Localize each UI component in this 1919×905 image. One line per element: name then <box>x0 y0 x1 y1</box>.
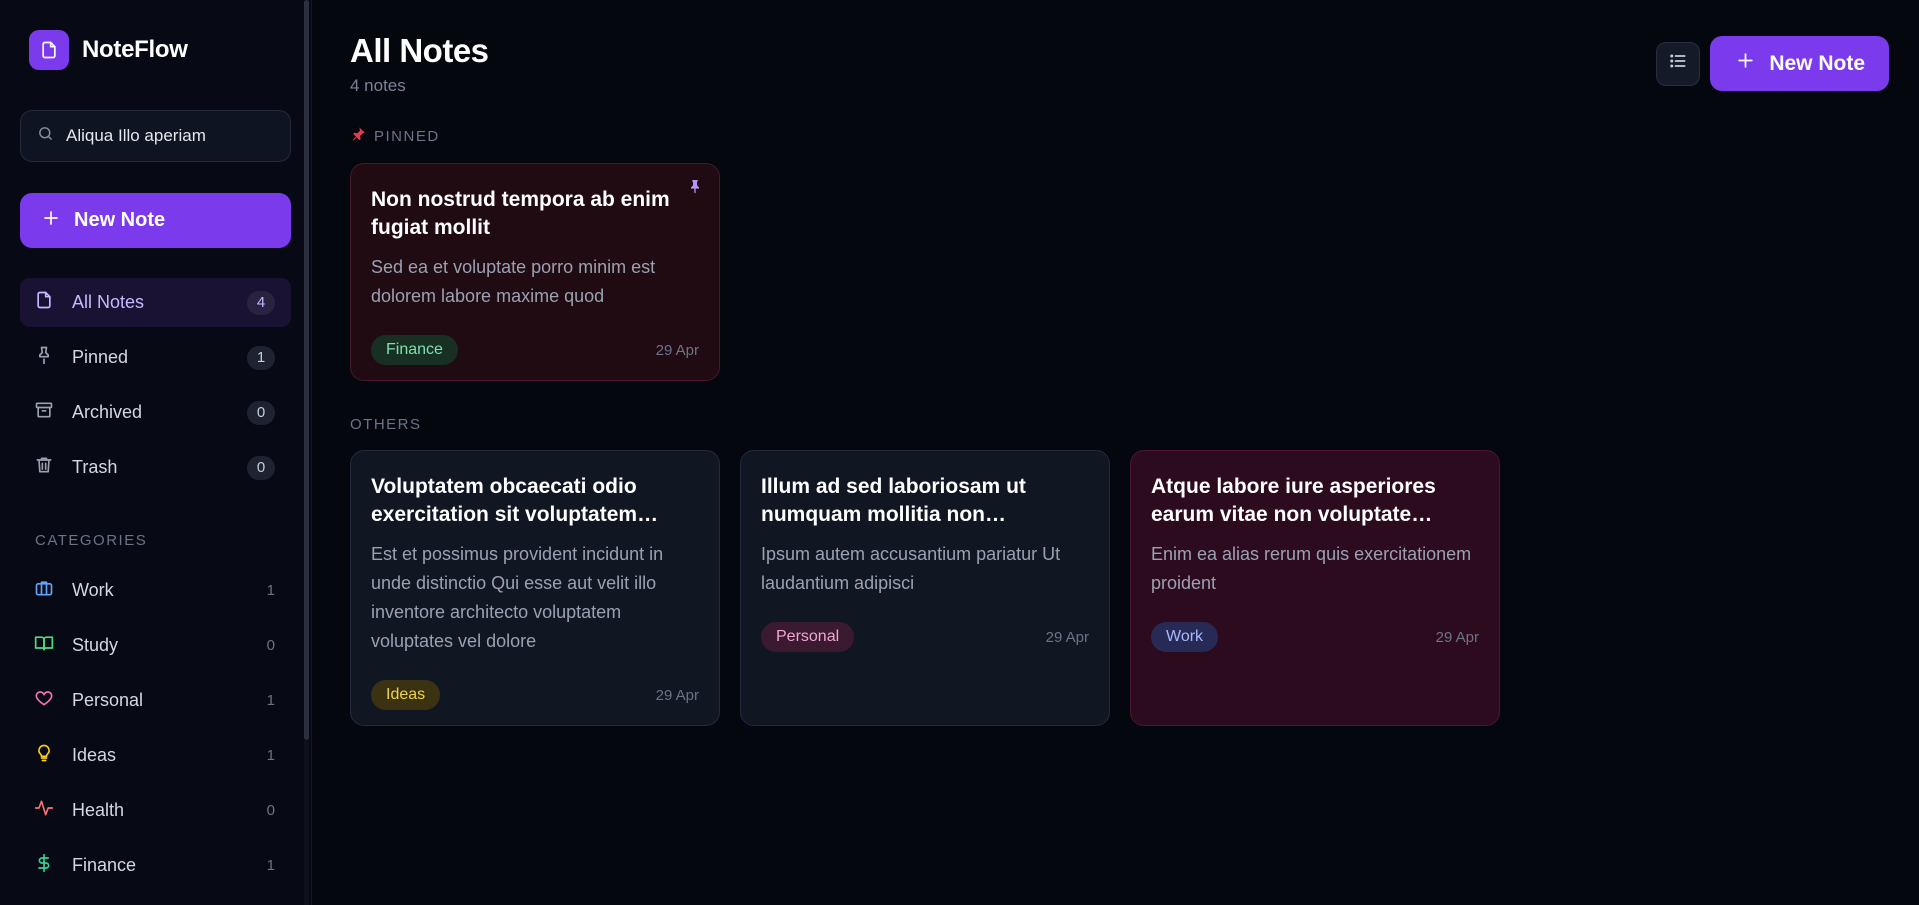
note-logo-icon <box>29 30 69 70</box>
category-label: Finance <box>72 855 137 875</box>
sidebar-item-pinned[interactable]: Pinned 1 <box>20 333 291 382</box>
sidebar-item-trash[interactable]: Trash 0 <box>20 443 291 492</box>
sidebar-scrollbar-thumb[interactable] <box>304 0 309 740</box>
categories-heading: CATEGORIES <box>35 532 148 549</box>
trash-icon <box>34 455 54 480</box>
sidebar-new-note-button[interactable]: New Note <box>20 193 291 248</box>
category-count: 0 <box>266 802 275 819</box>
dollar-icon <box>34 853 54 878</box>
category-study[interactable]: Study 0 <box>20 618 291 673</box>
category-health[interactable]: Health 0 <box>20 783 291 838</box>
note-card[interactable]: Illum ad sed laboriosam ut numquam molli… <box>740 450 1110 726</box>
category-label: Health <box>72 800 125 820</box>
list-view-toggle[interactable] <box>1656 41 1701 86</box>
app-name: NoteFlow <box>82 36 188 63</box>
search-input[interactable] <box>66 126 287 146</box>
category-label: Work <box>72 580 114 600</box>
category-ideas[interactable]: Ideas 1 <box>20 728 291 783</box>
pinned-section-label: PINNED <box>350 126 1889 146</box>
note-body: Enim ea alias rerum quis exercitationem … <box>1151 544 1472 593</box>
file-icon <box>34 290 54 315</box>
note-card[interactable]: Voluptatem obcaecati odio exercitation s… <box>350 450 720 726</box>
note-footer: Work 29 Apr <box>1151 622 1479 652</box>
list-icon <box>1668 51 1688 76</box>
header-new-note-label: New Note <box>1769 51 1865 75</box>
note-footer: Finance 29 Apr <box>371 335 699 365</box>
category-tag[interactable]: Work <box>1151 622 1219 652</box>
category-count: 1 <box>266 692 275 709</box>
category-count: 0 <box>266 637 275 654</box>
category-count: 1 <box>266 582 275 599</box>
pin-icon[interactable] <box>687 178 703 199</box>
sidebar-new-note-label: New Note <box>74 209 166 231</box>
sidebar: NoteFlow New Note All Notes 4 <box>0 0 312 905</box>
category-count: 1 <box>266 857 275 874</box>
note-footer: Ideas 29 Apr <box>371 680 699 710</box>
plus-icon <box>42 209 60 233</box>
note-title: Non nostrud tempora ab enim fugiat molli… <box>371 188 670 239</box>
heart-icon <box>34 688 54 713</box>
search-icon <box>37 125 54 147</box>
note-body: Est et possimus provident incidunt in un… <box>371 544 664 651</box>
activity-icon <box>34 798 54 823</box>
note-date: 29 Apr <box>655 686 699 704</box>
count-badge: 0 <box>247 455 275 480</box>
others-section-label: OTHERS <box>350 416 1889 433</box>
sidebar-scrollbar-track[interactable] <box>304 740 309 905</box>
count-badge: 4 <box>247 290 275 315</box>
category-tag[interactable]: Personal <box>761 622 855 652</box>
sidebar-nav: All Notes 4 Pinned 1 Archived 0 Trash 0 <box>20 278 291 492</box>
plus-icon <box>1736 51 1755 76</box>
briefcase-icon <box>34 578 54 603</box>
count-badge: 1 <box>247 345 275 370</box>
note-title: Illum ad sed laboriosam ut numquam molli… <box>761 475 1026 526</box>
pinned-notes-grid: Non nostrud tempora ab enim fugiat molli… <box>350 163 1889 381</box>
note-date: 29 Apr <box>655 341 699 359</box>
note-title: Voluptatem obcaecati odio exercitation s… <box>371 475 659 526</box>
category-count: 1 <box>266 747 275 764</box>
note-date: 29 Apr <box>1045 628 1089 646</box>
category-label: Personal <box>72 690 144 710</box>
search-box[interactable] <box>20 110 291 162</box>
note-card[interactable]: Non nostrud tempora ab enim fugiat molli… <box>350 163 720 381</box>
note-body: Sed ea et voluptate porro minim est dolo… <box>371 257 656 306</box>
others-label-text: OTHERS <box>350 416 422 433</box>
pin-icon <box>34 345 54 370</box>
sidebar-item-label: Archived <box>72 402 143 422</box>
category-work[interactable]: Work 1 <box>20 563 291 618</box>
top-actions: New Note <box>1656 36 1889 91</box>
note-card[interactable]: Atque labore iure asperiores earum vitae… <box>1130 450 1500 726</box>
category-tag[interactable]: Finance <box>371 335 458 365</box>
category-finance[interactable]: Finance 1 <box>20 838 291 893</box>
count-badge: 0 <box>247 400 275 425</box>
sidebar-item-archived[interactable]: Archived 0 <box>20 388 291 437</box>
sidebar-item-label: Trash <box>72 457 118 477</box>
category-label: Ideas <box>72 745 117 765</box>
archive-icon <box>34 400 54 425</box>
category-label: Study <box>72 635 119 655</box>
note-title: Atque labore iure asperiores earum vitae… <box>1151 475 1436 526</box>
sidebar-item-label: Pinned <box>72 347 129 367</box>
sidebar-item-all-notes[interactable]: All Notes 4 <box>20 278 291 327</box>
note-body: Ipsum autem accusantium pariatur Ut laud… <box>761 544 1061 593</box>
app-root: NoteFlow New Note All Notes 4 <box>0 0 1919 905</box>
header-new-note-button[interactable]: New Note <box>1710 36 1889 91</box>
pinned-label-text: PINNED <box>374 127 440 145</box>
note-date: 29 Apr <box>1435 628 1479 646</box>
brand[interactable]: NoteFlow <box>29 30 291 70</box>
book-icon <box>34 633 54 658</box>
category-personal[interactable]: Personal 1 <box>20 673 291 728</box>
other-notes-grid: Voluptatem obcaecati odio exercitation s… <box>350 450 1889 726</box>
pushpin-icon <box>350 126 366 146</box>
sidebar-item-label: All Notes <box>72 292 145 312</box>
note-footer: Personal 29 Apr <box>761 622 1089 652</box>
main-content: All Notes 4 notes New Note PINNED Non no… <box>312 0 1919 905</box>
category-tag[interactable]: Ideas <box>371 680 441 710</box>
lightbulb-icon <box>34 743 54 768</box>
